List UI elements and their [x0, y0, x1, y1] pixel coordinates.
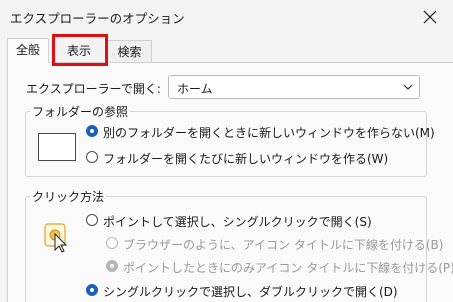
tab-general[interactable]: 全般 [7, 38, 49, 63]
radio-new-window-label: フォルダーを開くたびに新しいウィンドウを作る(W) [103, 152, 389, 166]
folder-browse-legend: フォルダーの参照 [30, 103, 131, 120]
radio-button [86, 125, 98, 137]
tab-search[interactable]: 検索 [107, 40, 152, 62]
pointer-cursor-icon [44, 223, 68, 253]
open-explorer-value: ホーム [177, 82, 213, 96]
folder-options-dialog: エクスプローラーのオプション 全般 表示 検索 エクスプローラーで開く: ホーム… [0, 0, 453, 302]
window-title: エクスプローラーのオプション [10, 11, 185, 26]
radio-underline-point-label: ポイントしたときにのみアイコン タイトルに下線を付ける(P) [123, 261, 453, 275]
radio-button [86, 214, 98, 226]
radio-double-click-open-label: シングルクリックで選択し、ダブルクリックで開く(D) [103, 285, 398, 299]
radio-single-click-open-label: ポイントして選択し、シングルクリックで開く(S) [103, 215, 372, 229]
tab-view-highlight-box [52, 34, 108, 66]
title-bar: エクスプローラーのオプション [0, 0, 453, 34]
tab-search-label: 検索 [117, 45, 142, 59]
window-preview-icon [38, 133, 76, 161]
radio-button [106, 260, 118, 272]
radio-underline-browser-label: ブラウザーのように、アイコン タイトルに下線を付ける(B) [123, 238, 444, 252]
radio-same-window-label: 別のフォルダーを開くときに新しいウィンドウを作らない(M) [103, 126, 435, 140]
close-button[interactable] [407, 0, 453, 34]
close-icon [423, 10, 437, 24]
click-method-legend: クリック方法 [30, 188, 107, 205]
radio-button [86, 284, 98, 296]
open-explorer-select[interactable]: ホーム [168, 75, 420, 99]
open-explorer-label: エクスプローラーで開く: [26, 82, 161, 96]
radio-button [106, 237, 118, 249]
tab-general-label: 全般 [15, 43, 40, 57]
chevron-down-icon [403, 84, 413, 90]
folder-browse-group [25, 111, 427, 177]
radio-button [86, 151, 98, 163]
